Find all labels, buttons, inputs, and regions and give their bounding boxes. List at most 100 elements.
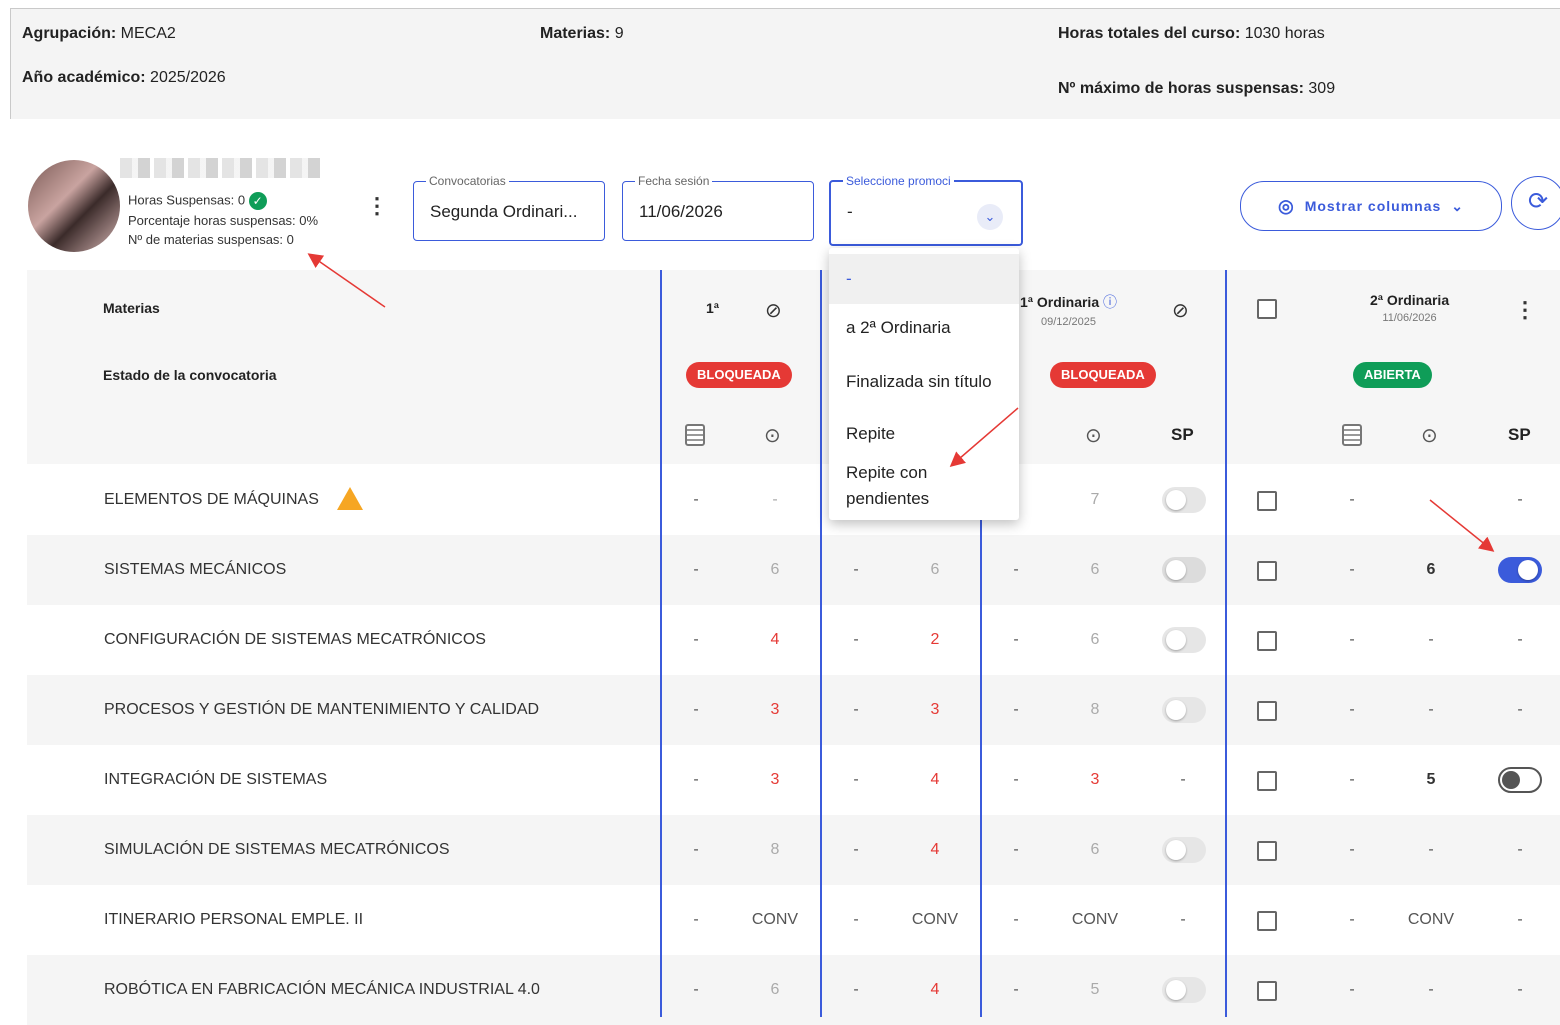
fecha-sesion-field[interactable]: Fecha sesión 11/06/2026 [622,174,814,241]
materias-count: Materias: 9 [540,25,624,42]
warning-icon [337,487,363,510]
grade-cell: CONV [751,911,799,928]
eye-off-icon[interactable]: ⊘ [765,298,782,323]
grade-cell: CONV [911,911,959,928]
table-row: ITINERARIO PERSONAL EMPLE. II - CONV - CONV -… [27,885,1560,955]
grade-cell: 3 [930,701,940,718]
info-icon[interactable]: ⓘ [1103,294,1117,310]
promocion-label: Seleccione promoci [843,174,954,188]
row-checkbox[interactable] [1257,911,1277,931]
menu-item[interactable]: - [829,254,1019,304]
conv1-title: 1ª [706,300,719,316]
subject-name: SIMULACIÓN DE SISTEMAS MECATRÓNICOS [104,841,450,858]
row-checkbox[interactable] [1257,631,1277,651]
grade-cell: 5 [1090,981,1100,998]
student-options-icon[interactable]: ⋮ [366,193,388,219]
sp-toggle[interactable] [1498,557,1542,583]
col-estado: Estado de la convocatoria [103,367,277,383]
agrupacion: Agrupación: MECA2 [22,25,176,42]
check-circle-outline-icon[interactable]: ⊙ [1421,423,1438,448]
grade-cell: 6 [770,561,780,578]
grade-cell: - [1013,981,1019,998]
grade-cell: 4 [930,771,940,788]
horas-totales: Horas totales del curso: 1030 horas [1058,25,1325,42]
table-row: SIMULACIÓN DE SISTEMAS MECATRÓNICOS - 8 - 4 -… [27,815,1560,885]
status-badge: ABIERTA [1353,362,1432,388]
sp-cell: - [1180,771,1186,788]
menu-item[interactable]: a 2ª Ordinaria [829,318,1019,338]
status-badge: BLOQUEADA [686,362,792,388]
refresh-button[interactable]: ⟳ [1511,176,1560,230]
menu-item[interactable]: Repite [829,424,1019,444]
grade-cell: - [1013,841,1019,858]
grade-cell: 6 [1090,631,1100,648]
row-checkbox[interactable] [1257,701,1277,721]
sp-toggle[interactable] [1162,697,1206,723]
convocatorias-select[interactable]: Convocatorias Segunda Ordinari... [413,174,605,241]
chevron-down-icon: ⌄ [1451,197,1465,214]
mostrar-columnas-button[interactable]: ◎ Mostrar columnas ⌄ [1240,181,1502,231]
convocatorias-label: Convocatorias [426,174,509,188]
row-checkbox[interactable] [1257,491,1277,511]
table-row: ELEMENTOS DE MÁQUINAS - - 7 - - [27,465,1560,535]
calculator-icon[interactable] [1342,424,1362,446]
calculator-icon[interactable] [685,424,705,446]
grade-cell: - [693,701,699,718]
select-all-checkbox[interactable] [1257,299,1277,319]
conv4-title: 2ª Ordinaria [1370,292,1450,308]
check-circle-outline-icon[interactable]: ⊙ [1085,423,1102,448]
grade-cell: - [1517,981,1523,998]
grade-cell: - [693,771,699,788]
sp-toggle[interactable] [1498,767,1542,793]
sp-toggle[interactable] [1162,557,1206,583]
row-checkbox[interactable] [1257,841,1277,861]
grade-cell: 6 [770,981,780,998]
grade-cell: CONV [1407,911,1455,928]
mostrar-columnas-label: Mostrar columnas [1304,198,1442,214]
table-row: PROCESOS Y GESTIÓN DE MANTENIMIENTO Y CA… [27,675,1560,745]
row-checkbox[interactable] [1257,771,1277,791]
grade-cell: 3 [770,701,780,718]
grade-cell: 8 [1090,701,1100,718]
grade-cell: CONV [1071,911,1119,928]
anio-academico: Año académico: 2025/2026 [22,69,226,86]
grade-cell: - [853,701,859,718]
sp-toggle[interactable] [1162,837,1206,863]
grade-cell: 5 [1426,771,1436,788]
menu-item-continuation[interactable]: pendientes [829,489,1019,509]
eye-off-icon[interactable]: ⊘ [1172,298,1189,323]
row-checkbox[interactable] [1257,981,1277,1001]
grade-cell: 4 [930,841,940,858]
status-badge: BLOQUEADA [1050,362,1156,388]
grade-cell: 3 [1090,771,1100,788]
col-materias: Materias [103,300,160,316]
menu-item[interactable]: Repite con [829,463,1019,483]
promocion-select[interactable]: Seleccione promoci - ⌄ [829,174,1023,246]
grade-cell: - [1428,701,1434,718]
check-circle-outline-icon[interactable]: ⊙ [764,423,781,448]
grade-cell: - [853,561,859,578]
conv4-options-icon[interactable]: ⋮ [1514,297,1536,323]
sp-header: SP [1508,425,1531,444]
row-checkbox[interactable] [1257,561,1277,581]
grade-cell: - [693,631,699,648]
grade-cell: - [693,561,699,578]
grade-cell: - [1349,561,1355,578]
menu-item[interactable]: Finalizada sin título [829,372,1019,392]
subject-name: CONFIGURACIÓN DE SISTEMAS MECATRÓNICOS [104,631,486,648]
conv4-header: 2ª Ordinaria 11/06/2026 [1370,292,1449,324]
grade-cell: - [1013,701,1019,718]
sp-toggle[interactable] [1162,977,1206,1003]
subject-name: PROCESOS Y GESTIÓN DE MANTENIMIENTO Y CA… [104,701,540,718]
course-info-panel [10,8,1560,119]
grade-cell: - [772,491,778,508]
conv3-title: 1ª Ordinaria [1020,294,1100,310]
grade-cell: - [1517,631,1523,648]
sp-toggle[interactable] [1162,627,1206,653]
grade-cell: - [1428,841,1434,858]
grade-cell: - [1349,771,1355,788]
sp-toggle[interactable] [1162,487,1206,513]
grade-cell: - [1428,631,1434,648]
grade-cell: - [853,911,859,928]
table-row: CONFIGURACIÓN DE SISTEMAS MECATRÓNICOS - 4… [27,605,1560,675]
